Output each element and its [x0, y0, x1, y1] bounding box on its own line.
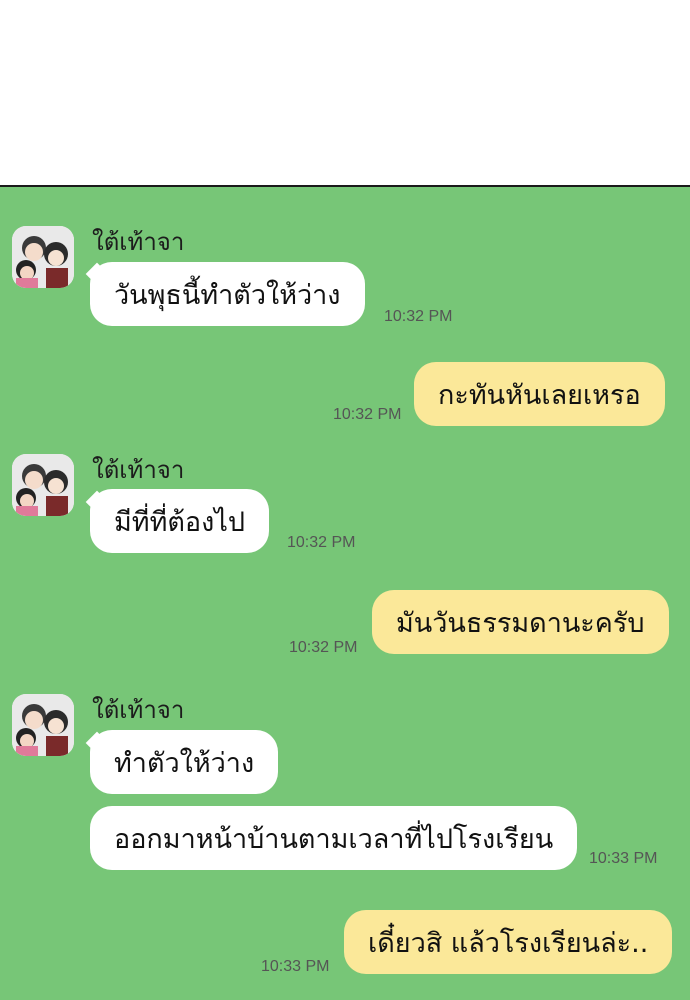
top-blank-area: [0, 0, 690, 185]
message-time: 10:33 PM: [589, 850, 658, 867]
message-text: เดี๋ยวสิ แล้วโรงเรียนล่ะ..: [368, 927, 649, 959]
sender-name: ใต้เท้าจา: [92, 228, 185, 256]
message-text: ทำตัวให้ว่าง: [114, 747, 255, 779]
message-text: มีที่ที่ต้องไป: [114, 506, 246, 538]
message-time: 10:32 PM: [289, 639, 358, 656]
contact-avatar[interactable]: [12, 694, 74, 756]
avatar-image-icon: [12, 454, 74, 516]
message-bubble-incoming[interactable]: วันพุธนี้ทำตัวให้ว่าง: [90, 262, 365, 326]
message-time: 10:32 PM: [333, 406, 402, 423]
message-bubble-incoming[interactable]: มีที่ที่ต้องไป: [90, 489, 270, 553]
sender-name: ใต้เท้าจา: [92, 696, 185, 724]
avatar-image-icon: [12, 226, 74, 288]
message-text: วันพุธนี้ทำตัวให้ว่าง: [114, 279, 341, 311]
message-text: มันวันธรรมดานะครับ: [396, 607, 645, 639]
message-bubble-incoming[interactable]: ออกมาหน้าบ้านตามเวลาที่ไปโรงเรียน: [90, 806, 578, 870]
message-time: 10:32 PM: [287, 534, 356, 551]
contact-avatar[interactable]: [12, 226, 74, 288]
avatar-image-icon: [12, 694, 74, 756]
message-bubble-outgoing[interactable]: กะทันหันเลยเหรอ: [414, 362, 665, 426]
contact-avatar[interactable]: [12, 454, 74, 516]
sender-name: ใต้เท้าจา: [92, 456, 185, 484]
message-time: 10:32 PM: [384, 308, 453, 325]
message-text: กะทันหันเลยเหรอ: [438, 379, 641, 411]
message-time: 10:33 PM: [261, 958, 330, 975]
message-bubble-incoming[interactable]: ทำตัวให้ว่าง: [90, 730, 279, 794]
message-bubble-outgoing[interactable]: มันวันธรรมดานะครับ: [372, 590, 669, 654]
message-bubble-outgoing[interactable]: เดี๋ยวสิ แล้วโรงเรียนล่ะ..: [344, 910, 673, 974]
message-text: ออกมาหน้าบ้านตามเวลาที่ไปโรงเรียน: [114, 823, 554, 855]
